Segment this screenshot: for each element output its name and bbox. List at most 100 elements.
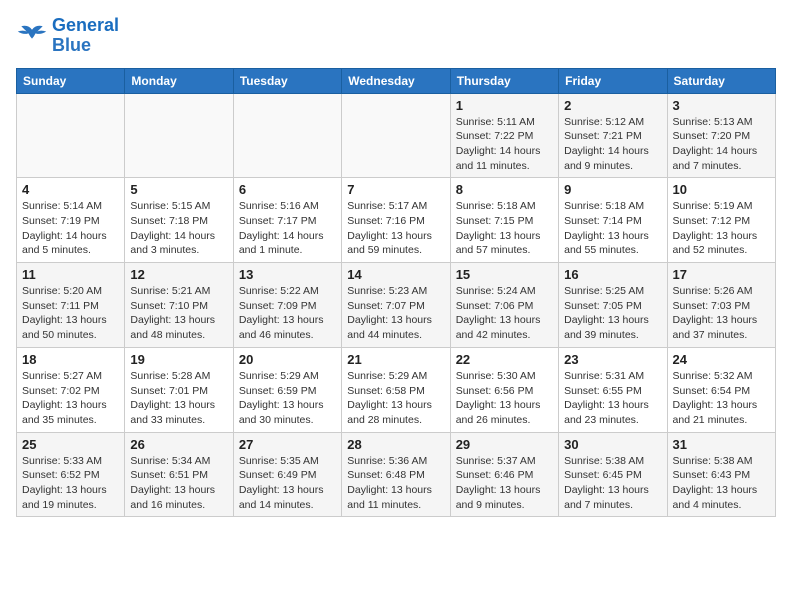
calendar-cell: 3 Sunrise: 5:13 AM Sunset: 7:20 PM Daylig…: [667, 93, 775, 178]
calendar-cell: 26 Sunrise: 5:34 AM Sunset: 6:51 PM Dayli…: [125, 432, 233, 517]
logo-text: General Blue: [52, 16, 119, 56]
day-info: Sunrise: 5:30 AM Sunset: 6:56 PM Dayligh…: [456, 369, 553, 428]
calendar-cell: 9 Sunrise: 5:18 AM Sunset: 7:14 PM Daylig…: [559, 178, 667, 263]
day-info: Sunrise: 5:37 AM Sunset: 6:46 PM Dayligh…: [456, 454, 553, 513]
day-number: 9: [564, 182, 661, 197]
day-number: 28: [347, 437, 444, 452]
day-number: 24: [673, 352, 770, 367]
day-info: Sunrise: 5:13 AM Sunset: 7:20 PM Dayligh…: [673, 115, 770, 174]
day-number: 31: [673, 437, 770, 452]
day-info: Sunrise: 5:35 AM Sunset: 6:49 PM Dayligh…: [239, 454, 336, 513]
day-number: 4: [22, 182, 119, 197]
calendar-cell: 28 Sunrise: 5:36 AM Sunset: 6:48 PM Dayli…: [342, 432, 450, 517]
day-info: Sunrise: 5:38 AM Sunset: 6:45 PM Dayligh…: [564, 454, 661, 513]
day-info: Sunrise: 5:27 AM Sunset: 7:02 PM Dayligh…: [22, 369, 119, 428]
weekday-header-thursday: Thursday: [450, 68, 558, 93]
day-number: 17: [673, 267, 770, 282]
calendar-cell: [233, 93, 341, 178]
day-info: Sunrise: 5:22 AM Sunset: 7:09 PM Dayligh…: [239, 284, 336, 343]
day-number: 20: [239, 352, 336, 367]
day-number: 29: [456, 437, 553, 452]
calendar-cell: 12 Sunrise: 5:21 AM Sunset: 7:10 PM Dayli…: [125, 263, 233, 348]
calendar-cell: 4 Sunrise: 5:14 AM Sunset: 7:19 PM Daylig…: [17, 178, 125, 263]
day-number: 18: [22, 352, 119, 367]
day-info: Sunrise: 5:36 AM Sunset: 6:48 PM Dayligh…: [347, 454, 444, 513]
day-info: Sunrise: 5:26 AM Sunset: 7:03 PM Dayligh…: [673, 284, 770, 343]
calendar-cell: 21 Sunrise: 5:29 AM Sunset: 6:58 PM Dayli…: [342, 347, 450, 432]
day-number: 12: [130, 267, 227, 282]
day-info: Sunrise: 5:14 AM Sunset: 7:19 PM Dayligh…: [22, 199, 119, 258]
weekday-header-sunday: Sunday: [17, 68, 125, 93]
calendar-cell: [342, 93, 450, 178]
day-info: Sunrise: 5:23 AM Sunset: 7:07 PM Dayligh…: [347, 284, 444, 343]
day-number: 10: [673, 182, 770, 197]
day-info: Sunrise: 5:18 AM Sunset: 7:14 PM Dayligh…: [564, 199, 661, 258]
calendar-cell: 8 Sunrise: 5:18 AM Sunset: 7:15 PM Daylig…: [450, 178, 558, 263]
calendar-cell: 29 Sunrise: 5:37 AM Sunset: 6:46 PM Dayli…: [450, 432, 558, 517]
calendar-cell: [17, 93, 125, 178]
calendar-week-row: 18 Sunrise: 5:27 AM Sunset: 7:02 PM Dayli…: [17, 347, 776, 432]
day-info: Sunrise: 5:25 AM Sunset: 7:05 PM Dayligh…: [564, 284, 661, 343]
day-number: 7: [347, 182, 444, 197]
calendar-cell: 23 Sunrise: 5:31 AM Sunset: 6:55 PM Dayli…: [559, 347, 667, 432]
calendar-cell: 1Sunrise: 5:11 AM Sunset: 7:22 PM Daylig…: [450, 93, 558, 178]
day-info: Sunrise: 5:31 AM Sunset: 6:55 PM Dayligh…: [564, 369, 661, 428]
day-number: 30: [564, 437, 661, 452]
day-number: 11: [22, 267, 119, 282]
calendar-cell: 2 Sunrise: 5:12 AM Sunset: 7:21 PM Daylig…: [559, 93, 667, 178]
calendar-cell: 18 Sunrise: 5:27 AM Sunset: 7:02 PM Dayli…: [17, 347, 125, 432]
day-info: Sunrise: 5:19 AM Sunset: 7:12 PM Dayligh…: [673, 199, 770, 258]
calendar-header-row: SundayMondayTuesdayWednesdayThursdayFrid…: [17, 68, 776, 93]
calendar-cell: 11 Sunrise: 5:20 AM Sunset: 7:11 PM Dayli…: [17, 263, 125, 348]
day-number: 2: [564, 98, 661, 113]
day-number: 6: [239, 182, 336, 197]
calendar-table: SundayMondayTuesdayWednesdayThursdayFrid…: [16, 68, 776, 518]
calendar-cell: 14 Sunrise: 5:23 AM Sunset: 7:07 PM Dayli…: [342, 263, 450, 348]
day-info: Sunrise: 5:18 AM Sunset: 7:15 PM Dayligh…: [456, 199, 553, 258]
day-info: Sunrise: 5:21 AM Sunset: 7:10 PM Dayligh…: [130, 284, 227, 343]
day-info: Sunrise: 5:16 AM Sunset: 7:17 PM Dayligh…: [239, 199, 336, 258]
day-info: Sunrise: 5:29 AM Sunset: 6:58 PM Dayligh…: [347, 369, 444, 428]
page-header: General Blue: [16, 16, 776, 56]
day-info: Sunrise: 5:17 AM Sunset: 7:16 PM Dayligh…: [347, 199, 444, 258]
weekday-header-monday: Monday: [125, 68, 233, 93]
day-number: 8: [456, 182, 553, 197]
day-number: 27: [239, 437, 336, 452]
day-number: 1: [456, 98, 553, 113]
calendar-cell: 7 Sunrise: 5:17 AM Sunset: 7:16 PM Daylig…: [342, 178, 450, 263]
calendar-cell: 10 Sunrise: 5:19 AM Sunset: 7:12 PM Dayli…: [667, 178, 775, 263]
calendar-cell: 30 Sunrise: 5:38 AM Sunset: 6:45 PM Dayli…: [559, 432, 667, 517]
calendar-cell: 27 Sunrise: 5:35 AM Sunset: 6:49 PM Dayli…: [233, 432, 341, 517]
day-info: Sunrise: 5:33 AM Sunset: 6:52 PM Dayligh…: [22, 454, 119, 513]
day-info: Sunrise: 5:34 AM Sunset: 6:51 PM Dayligh…: [130, 454, 227, 513]
calendar-cell: 24 Sunrise: 5:32 AM Sunset: 6:54 PM Dayli…: [667, 347, 775, 432]
weekday-header-wednesday: Wednesday: [342, 68, 450, 93]
day-info: Sunrise: 5:38 AM Sunset: 6:43 PM Dayligh…: [673, 454, 770, 513]
calendar-cell: 17 Sunrise: 5:26 AM Sunset: 7:03 PM Dayli…: [667, 263, 775, 348]
day-info: Sunrise: 5:29 AM Sunset: 6:59 PM Dayligh…: [239, 369, 336, 428]
calendar-cell: 22 Sunrise: 5:30 AM Sunset: 6:56 PM Dayli…: [450, 347, 558, 432]
day-info: Sunrise: 5:20 AM Sunset: 7:11 PM Dayligh…: [22, 284, 119, 343]
calendar-week-row: 1Sunrise: 5:11 AM Sunset: 7:22 PM Daylig…: [17, 93, 776, 178]
day-number: 19: [130, 352, 227, 367]
day-number: 22: [456, 352, 553, 367]
day-number: 14: [347, 267, 444, 282]
calendar-cell: 6 Sunrise: 5:16 AM Sunset: 7:17 PM Daylig…: [233, 178, 341, 263]
day-number: 15: [456, 267, 553, 282]
calendar-cell: [125, 93, 233, 178]
day-number: 5: [130, 182, 227, 197]
logo: General Blue: [16, 16, 119, 56]
logo-bird-icon: [16, 22, 48, 50]
calendar-cell: 20 Sunrise: 5:29 AM Sunset: 6:59 PM Dayli…: [233, 347, 341, 432]
day-info: Sunrise: 5:32 AM Sunset: 6:54 PM Dayligh…: [673, 369, 770, 428]
day-number: 23: [564, 352, 661, 367]
day-info: Sunrise: 5:12 AM Sunset: 7:21 PM Dayligh…: [564, 115, 661, 174]
day-info: Sunrise: 5:28 AM Sunset: 7:01 PM Dayligh…: [130, 369, 227, 428]
day-number: 3: [673, 98, 770, 113]
calendar-cell: 5Sunrise: 5:15 AM Sunset: 7:18 PM Daylig…: [125, 178, 233, 263]
calendar-cell: 16Sunrise: 5:25 AM Sunset: 7:05 PM Dayli…: [559, 263, 667, 348]
weekday-header-tuesday: Tuesday: [233, 68, 341, 93]
calendar-week-row: 25Sunrise: 5:33 AM Sunset: 6:52 PM Dayli…: [17, 432, 776, 517]
day-number: 26: [130, 437, 227, 452]
day-number: 21: [347, 352, 444, 367]
